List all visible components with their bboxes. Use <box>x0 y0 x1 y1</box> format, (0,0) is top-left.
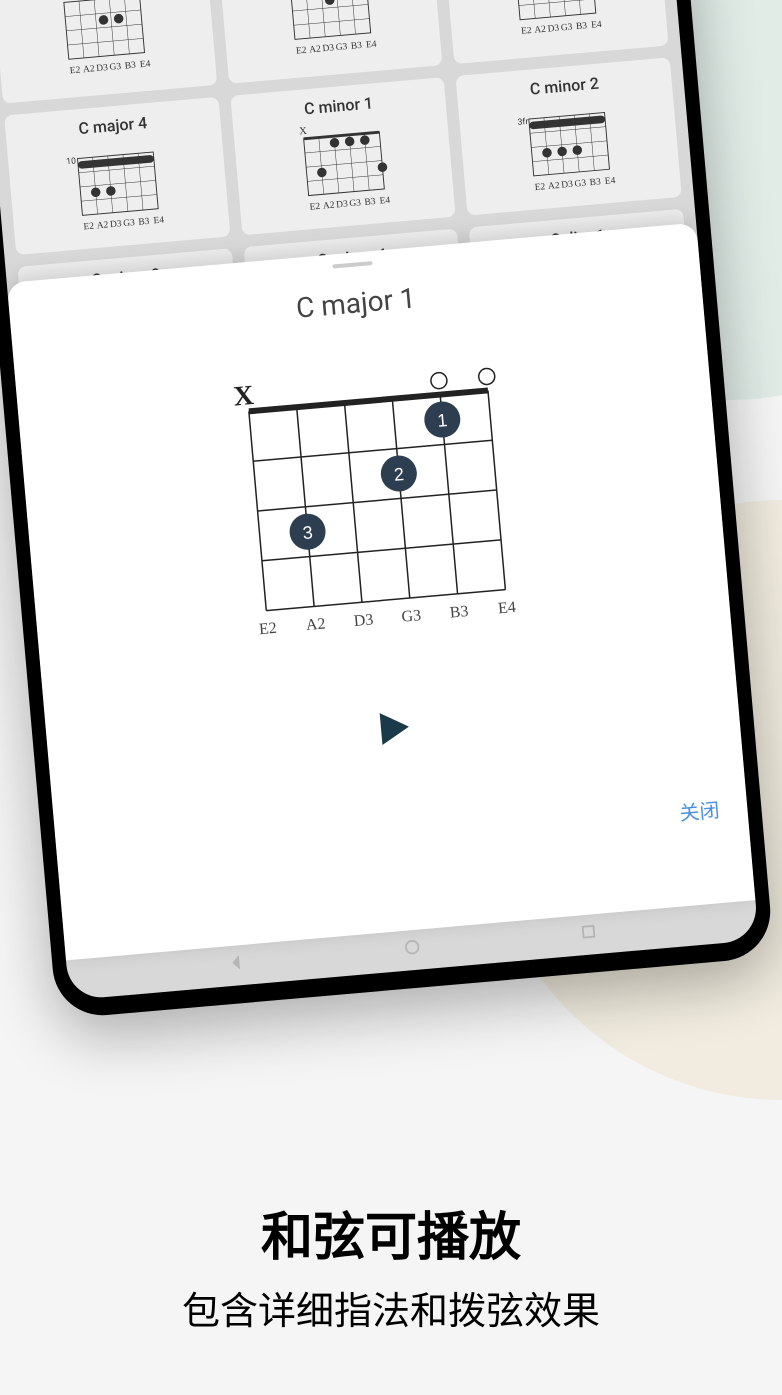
svg-text:A2: A2 <box>548 181 561 192</box>
marketing-subheadline: 包含详细指法和拨弦效果 <box>0 1280 782 1335</box>
svg-text:E2: E2 <box>309 202 321 213</box>
chord-card[interactable]: E2 A2 D3 G3 B3 E4 <box>0 0 217 104</box>
svg-text:3fr: 3fr <box>518 117 530 128</box>
svg-text:D3: D3 <box>548 24 561 35</box>
recent-icon[interactable] <box>579 922 599 942</box>
svg-text:E4: E4 <box>497 599 516 617</box>
modal-drag-handle[interactable] <box>332 261 372 268</box>
phone-mockup-frame: E2 A2 D3 G3 B3 E4 <box>0 0 774 1019</box>
svg-text:B3: B3 <box>124 61 136 72</box>
back-icon[interactable] <box>226 953 246 973</box>
chord-card[interactable]: C major 4 10 <box>4 97 230 255</box>
svg-text:B3: B3 <box>590 177 602 188</box>
chord-diagram-mini: 10 E2 A2 D3 <box>13 132 223 244</box>
svg-text:A2: A2 <box>96 220 109 231</box>
home-icon[interactable] <box>402 937 422 957</box>
svg-text:E2: E2 <box>521 26 533 37</box>
svg-text:D3: D3 <box>96 63 109 74</box>
svg-text:D3: D3 <box>335 199 348 210</box>
chord-card[interactable]: E2 A2 D3 G3 B3 E4 <box>439 0 668 64</box>
svg-text:X: X <box>298 126 307 138</box>
svg-text:A2: A2 <box>308 44 321 55</box>
modal-chord-title: C major 1 <box>30 258 682 348</box>
svg-text:E2: E2 <box>258 620 277 638</box>
marketing-headline: 和弦可播放 <box>0 1195 782 1270</box>
svg-text:D3: D3 <box>322 43 335 54</box>
svg-text:1: 1 <box>437 410 449 431</box>
svg-text:G3: G3 <box>574 179 587 190</box>
chord-diagram-mini: E2 A2 D3 G3 B3 E4 <box>226 0 436 73</box>
svg-text:A2: A2 <box>305 616 326 635</box>
svg-text:B3: B3 <box>576 21 588 32</box>
chord-diagram-mini: E2 A2 D3 G3 B3 E4 <box>0 0 210 93</box>
svg-text:D3: D3 <box>110 219 123 230</box>
svg-text:10: 10 <box>66 156 77 167</box>
chord-card[interactable]: C minor 2 3fr <box>456 57 682 215</box>
svg-text:B3: B3 <box>449 603 469 622</box>
svg-text:A2: A2 <box>322 201 335 212</box>
svg-text:2: 2 <box>393 464 405 485</box>
phone-screen: E2 A2 D3 G3 B3 E4 <box>0 0 759 1000</box>
svg-text:B3: B3 <box>138 217 150 228</box>
chord-card[interactable]: E2 A2 D3 G3 B3 E4 <box>214 0 443 84</box>
play-button[interactable] <box>67 680 720 777</box>
svg-text:E2: E2 <box>83 222 95 233</box>
chord-diagram-mini: 3fr E2 A2 <box>465 93 675 205</box>
chord-diagram-mini: E2 A2 D3 G3 B3 E4 <box>452 0 662 54</box>
svg-text:X: X <box>232 380 255 413</box>
svg-text:G3: G3 <box>349 198 362 209</box>
chord-card[interactable]: C minor 1 X <box>230 77 456 235</box>
svg-text:A2: A2 <box>83 64 96 75</box>
svg-text:E4: E4 <box>365 40 377 51</box>
svg-text:B3: B3 <box>350 41 362 52</box>
svg-text:E2: E2 <box>69 65 81 76</box>
svg-text:E4: E4 <box>591 20 603 31</box>
svg-text:D3: D3 <box>561 180 574 191</box>
svg-text:G3: G3 <box>109 62 122 73</box>
svg-text:G3: G3 <box>123 218 136 229</box>
svg-text:E2: E2 <box>535 182 547 193</box>
svg-text:B3: B3 <box>364 197 376 208</box>
svg-text:A2: A2 <box>534 25 547 36</box>
svg-text:G3: G3 <box>401 607 422 626</box>
svg-text:3: 3 <box>302 522 314 543</box>
chord-detail-modal: C major 1 X <box>7 223 756 961</box>
svg-text:E4: E4 <box>605 176 617 187</box>
svg-text:E4: E4 <box>379 196 391 207</box>
svg-text:G3: G3 <box>335 42 348 53</box>
svg-text:E2: E2 <box>295 46 307 57</box>
chord-diagram-large: X <box>202 355 544 652</box>
svg-text:G3: G3 <box>561 22 574 33</box>
close-button[interactable]: 关闭 <box>678 794 720 826</box>
chord-diagram-mini: X E2 <box>239 112 449 224</box>
svg-text:E4: E4 <box>139 59 151 70</box>
marketing-section: 和弦可播放 包含详细指法和拨弦效果 <box>0 1195 782 1335</box>
play-icon <box>371 706 414 749</box>
svg-text:E4: E4 <box>153 216 165 227</box>
svg-text:D3: D3 <box>353 611 374 630</box>
